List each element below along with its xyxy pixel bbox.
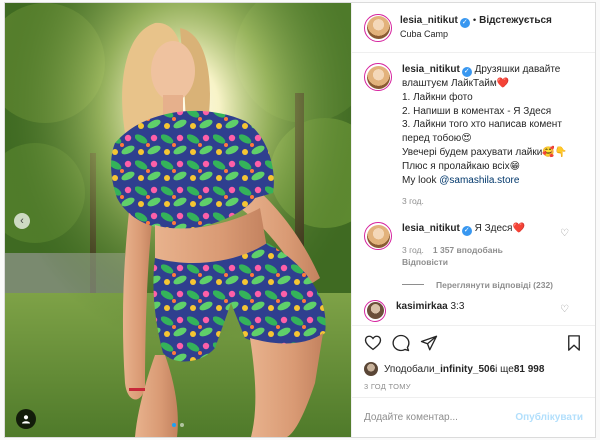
bookmark-icon <box>568 334 580 351</box>
comment-item: kasimirkaa 3:3 ♡ <box>364 299 583 322</box>
verified-badge-icon: ✓ <box>461 67 472 77</box>
comment-likes-count[interactable]: 1 357 вподобань <box>433 245 503 255</box>
action-bar <box>352 325 595 359</box>
caption: lesia_nitikut ✓ Друзяшки давайте влаштуєм… <box>364 63 583 208</box>
carousel-dot <box>172 423 176 427</box>
comment-heart-icon[interactable]: ♡ <box>560 228 569 239</box>
following-button[interactable]: Відстежується <box>479 15 552 26</box>
post-header: lesia_nitikut ✓ • Відстежується Cuba Camp <box>352 3 595 53</box>
like-button[interactable] <box>362 332 384 354</box>
comment-heart-icon[interactable]: ♡ <box>560 304 569 315</box>
comment-avatar[interactable] <box>364 222 392 251</box>
separator-dot: • <box>472 15 477 27</box>
photo-illustration <box>5 3 351 437</box>
caption-line: Увечері будем рахувати лайки🥰👇 <box>402 146 568 158</box>
reply-button[interactable]: Відповісти <box>402 257 448 267</box>
caption-line: My look <box>402 174 440 186</box>
comment-item: lesia_nitikut ✓ Я Здеся❤️ 3 год. 1 357 впо… <box>364 222 583 268</box>
paper-plane-icon <box>420 335 438 350</box>
mention-link[interactable]: @samashila.store <box>439 175 519 186</box>
divider-line <box>402 284 424 286</box>
save-button[interactable] <box>563 332 585 354</box>
likes-middle: і ще <box>495 363 514 375</box>
caption-line: 3. Лайкни того хто написав комент перед … <box>402 119 562 145</box>
likes-summary[interactable]: Уподобали _infinity_506 і ще 81 998 <box>352 359 595 379</box>
caption-avatar[interactable] <box>364 63 392 91</box>
likes-count[interactable]: 81 998 <box>514 364 545 375</box>
likes-prefix: Уподобали <box>384 363 435 375</box>
post-photo[interactable]: ‹ <box>5 3 351 437</box>
caption-line: 1. Лайкни фото <box>402 91 473 103</box>
caption-username[interactable]: lesia_nitikut <box>402 64 460 75</box>
share-button[interactable] <box>418 332 440 354</box>
liker-avatar[interactable] <box>364 362 378 376</box>
location-link[interactable]: Cuba Camp <box>400 28 552 40</box>
comment-bubble-icon <box>392 334 410 351</box>
author-avatar[interactable] <box>364 13 392 42</box>
post-timestamp[interactable]: 3 ГОД ТОМУ <box>352 379 595 397</box>
verified-badge-icon: ✓ <box>461 226 472 237</box>
carousel-dot <box>180 423 184 427</box>
comment-username[interactable]: kasimirkaa <box>396 301 448 312</box>
comment-time[interactable]: 3 год. <box>402 245 424 255</box>
comment-input[interactable] <box>364 412 516 423</box>
comment-composer: Опублікувати <box>352 397 595 437</box>
comments-list[interactable]: lesia_nitikut ✓ Друзяшки давайте влаштуєм… <box>352 53 595 325</box>
post-side-panel: lesia_nitikut ✓ • Відстежується Cuba Camp l… <box>351 3 595 437</box>
comment-username[interactable]: lesia_nitikut <box>402 223 460 234</box>
comment-text: 3:3 <box>450 300 465 312</box>
view-replies-label: Переглянути відповіді (232) <box>436 279 554 290</box>
verified-badge-icon: ✓ <box>459 18 470 29</box>
caption-line: Плюс я пролайкаю всіх😁 <box>402 160 521 172</box>
comment-button[interactable] <box>390 332 412 354</box>
chevron-left-icon: ‹ <box>20 215 24 227</box>
comment-text: Я Здеся❤️ <box>474 223 525 235</box>
liker-username[interactable]: _infinity_506 <box>435 364 496 375</box>
comment-avatar[interactable] <box>364 299 386 322</box>
caption-line: 2. Напиши в коментах - Я Здеся <box>402 105 552 117</box>
post-modal: ‹ lesia_nitikut ✓ • Відстежується Cuba Camp <box>4 2 596 438</box>
publish-button[interactable]: Опублікувати <box>515 412 583 423</box>
view-replies-button[interactable]: Переглянути відповіді (232) <box>402 280 583 290</box>
carousel-indicators <box>5 423 351 427</box>
carousel-prev-button[interactable]: ‹ <box>14 213 30 229</box>
author-username[interactable]: lesia_nitikut <box>400 15 458 26</box>
heart-outline-icon <box>364 335 382 350</box>
caption-time[interactable]: 3 год. <box>402 196 424 206</box>
